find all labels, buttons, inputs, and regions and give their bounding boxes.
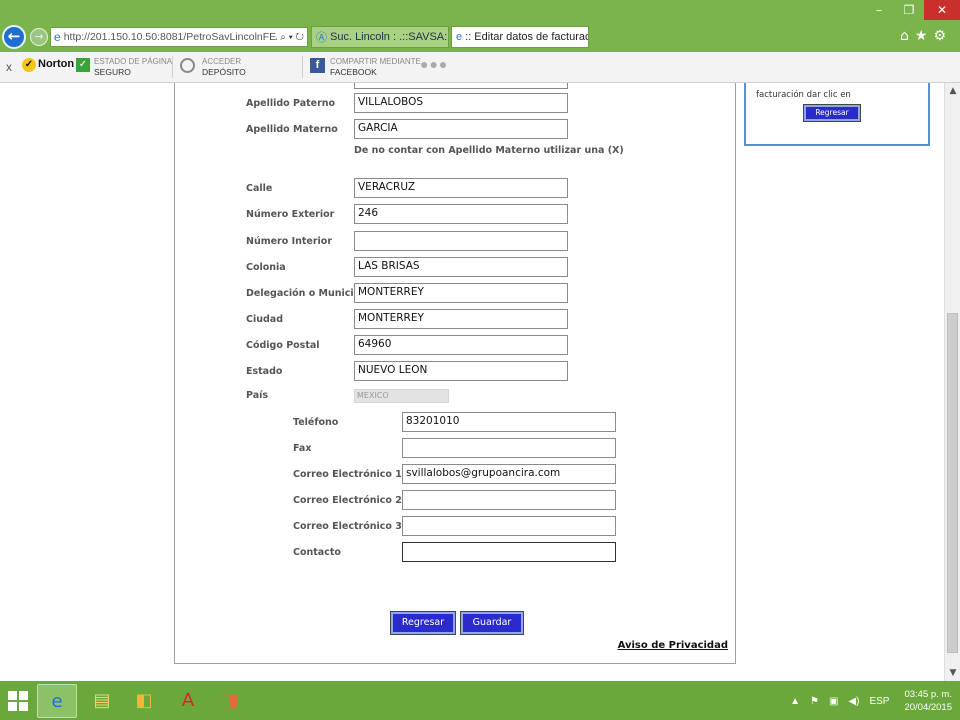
form-row: Correo Electrónico 1: [293, 469, 402, 480]
address-tools[interactable]: ⌕ ▾ ↻: [277, 32, 307, 43]
flag-icon[interactable]: ⚑: [810, 696, 819, 707]
system-tray: ▲ ⚑ ▣ ◀) ESP 03:45 p. m. 20/04/2015: [785, 685, 952, 717]
restore-icon[interactable]: ❐: [894, 0, 924, 20]
form-row: Delegación o Municipio: [246, 288, 371, 299]
fax-input[interactable]: [402, 438, 616, 458]
privacy-notice-link[interactable]: Aviso de Privacidad: [618, 640, 728, 651]
form-row: Estado: [246, 366, 283, 377]
clock-time: 03:45 p. m.: [904, 689, 952, 700]
scroll-down-icon[interactable]: ▼: [945, 665, 960, 681]
guardar-button[interactable]: Guardar: [460, 611, 524, 635]
volume-icon[interactable]: ◀): [848, 696, 859, 707]
materno-note: De no contar con Apellido Materno utiliz…: [354, 145, 624, 156]
safe-check-icon: ✓: [76, 58, 90, 72]
form-row: Teléfono: [293, 417, 339, 428]
share-facebook-item[interactable]: COMPARTIR MEDIANTE FACEBOOK: [330, 56, 421, 78]
side-regresar-button[interactable]: Regresar: [803, 104, 861, 122]
browser-right-icons: ⌂★⚙: [900, 28, 952, 44]
form-row: Contacto: [293, 547, 341, 558]
estado-input[interactable]: NUEVO LEON: [354, 361, 568, 381]
windows-taskbar: e ▤ ◧ A ◨ ▲ ⚑ ▣ ◀) ESP 03:45 p. m. 20/04…: [0, 681, 960, 720]
norton-check-icon: ✓: [22, 58, 36, 72]
tab-editar-datos[interactable]: e :: Editar datos de facturacio... ×: [451, 26, 589, 48]
pais-input: MEXICO: [354, 389, 449, 403]
favorites-star-icon[interactable]: ★: [915, 28, 934, 44]
tab-suc-lincoln[interactable]: Ⓐ Suc. Lincoln : .::SAVSA::.: [311, 26, 449, 48]
contacto-input[interactable]: [402, 542, 616, 562]
page-viewport: Apellido Paterno VILLALOBOS Apellido Mat…: [0, 83, 944, 681]
apellido-materno-input[interactable]: GARCIA: [354, 119, 568, 139]
tray-expand-icon[interactable]: ▲: [790, 696, 800, 707]
minimize-icon[interactable]: –: [864, 0, 894, 20]
apellido-paterno-input[interactable]: VILLALOBOS: [354, 93, 568, 113]
form-row: Correo Electrónico 2: [293, 495, 402, 506]
telefono-input[interactable]: 83201010: [402, 412, 616, 432]
form-row: Código Postal: [246, 340, 320, 351]
numero-exterior-input[interactable]: 246: [354, 204, 568, 224]
email-2-input[interactable]: [402, 490, 616, 510]
tab-label: Suc. Lincoln : .::SAVSA::.: [330, 31, 449, 43]
form-row: Ciudad: [246, 314, 284, 325]
ie-page-icon: e: [54, 30, 61, 44]
home-icon[interactable]: ⌂: [900, 28, 915, 44]
browser-chrome: – ❐ ✕ ← → e http://201.150.10.50:8081/Pe…: [0, 0, 960, 83]
close-window-icon[interactable]: ✕: [924, 0, 960, 20]
internet-explorer-icon[interactable]: e: [37, 684, 77, 718]
vault-icon: [180, 58, 195, 73]
form-row: Correo Electrónico 3: [293, 521, 402, 532]
billing-form-panel: Apellido Paterno VILLALOBOS Apellido Mat…: [174, 83, 736, 664]
ciudad-input[interactable]: MONTERREY: [354, 309, 568, 329]
form-row: Fax: [293, 443, 312, 454]
codigo-postal-input[interactable]: 64960: [354, 335, 568, 355]
powerpoint-icon[interactable]: ◨: [210, 684, 250, 718]
clock[interactable]: 03:45 p. m. 20/04/2015: [904, 688, 952, 714]
municipio-input[interactable]: MONTERREY: [354, 283, 568, 303]
ie-tab-icon: e: [456, 31, 463, 43]
scroll-thumb[interactable]: [947, 313, 958, 653]
clock-date: 20/04/2015: [904, 702, 952, 713]
regresar-button[interactable]: Regresar: [390, 611, 456, 635]
savsa-tab-icon: Ⓐ: [316, 32, 327, 44]
email-3-input[interactable]: [402, 516, 616, 536]
form-row: Apellido Materno: [246, 124, 338, 135]
form-row: Apellido Paterno: [246, 98, 336, 109]
settings-gear-icon[interactable]: ⚙: [933, 28, 952, 44]
name-field-partial[interactable]: [354, 83, 568, 89]
form-row: Número Exterior: [246, 209, 335, 220]
page-state-item[interactable]: ESTADO DE PÁGINA SEGURO: [94, 56, 172, 78]
language-indicator[interactable]: ESP: [869, 696, 889, 707]
toolbar-close-icon[interactable]: x: [6, 60, 12, 74]
calle-input[interactable]: VERACRUZ: [354, 178, 568, 198]
email-1-input[interactable]: svillalobos@grupoancira.com: [402, 464, 616, 484]
form-row: Número Interior: [246, 236, 333, 247]
back-button[interactable]: ←: [2, 25, 26, 49]
file-explorer-icon[interactable]: ▤: [82, 684, 122, 718]
forward-button[interactable]: →: [30, 28, 48, 46]
side-panel-text-cutoff: [756, 83, 926, 90]
start-button-icon[interactable]: [8, 691, 28, 711]
vault-item[interactable]: ACCEDER DEPÓSITO: [202, 56, 246, 78]
network-icon[interactable]: ▣: [829, 696, 838, 707]
outlook-icon[interactable]: ◧: [124, 684, 164, 718]
numero-interior-input[interactable]: [354, 231, 568, 251]
norton-logo[interactable]: ✓ Norton: [22, 58, 74, 72]
window-controls: – ❐ ✕: [864, 0, 960, 20]
form-row: Colonia: [246, 262, 286, 273]
scroll-up-icon[interactable]: ▲: [945, 83, 960, 99]
facebook-icon: f: [310, 58, 325, 73]
acrobat-icon[interactable]: A: [168, 684, 208, 718]
side-panel-text: facturación dar clic en: [756, 83, 926, 101]
more-options-icon[interactable]: ●●●: [420, 56, 448, 72]
address-url[interactable]: http://201.150.10.50:8081/PetroSavLincol…: [64, 31, 278, 43]
form-row: Calle: [246, 183, 273, 194]
vertical-scrollbar[interactable]: ▲ ▼: [944, 83, 960, 681]
address-bar[interactable]: e http://201.150.10.50:8081/PetroSavLinc…: [50, 27, 308, 47]
side-info-panel: facturación dar clic en Regresar: [744, 83, 930, 146]
form-row: País: [246, 390, 269, 401]
norton-toolbar: x ✓ Norton ✓ ESTADO DE PÁGINA SEGURO ACCE…: [0, 52, 960, 83]
tab-label: :: Editar datos de facturacio...: [465, 31, 588, 43]
colonia-input[interactable]: LAS BRISAS: [354, 257, 568, 277]
